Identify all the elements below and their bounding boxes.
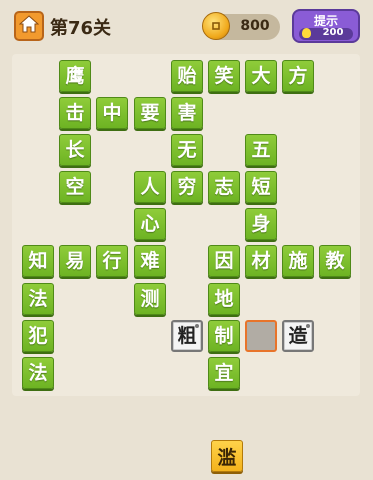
level-title: 第76关 xyxy=(50,18,112,39)
grid-cell[interactable]: 材 xyxy=(245,245,277,277)
grid-cell[interactable]: 行 xyxy=(96,245,128,277)
grid-cell[interactable]: 穷 xyxy=(171,171,203,203)
grid-cell[interactable]: 鹰 xyxy=(59,60,91,92)
placed-answer-cell[interactable]: 粗 xyxy=(171,320,203,352)
puzzle-board: 鹰 贻 笑 大 方 击 中 要 害 长 无 五 空 人 穷 志 短 心 身 知 … xyxy=(12,54,360,396)
hint-cost: 200 xyxy=(322,27,344,38)
grid-cell[interactable]: 长 xyxy=(59,134,91,166)
grid-cell[interactable]: 五 xyxy=(245,134,277,166)
grid-cell[interactable]: 害 xyxy=(171,97,203,129)
grid-cell[interactable]: 法 xyxy=(22,357,54,389)
grid-cell[interactable]: 法 xyxy=(22,283,54,315)
lightbulb-icon xyxy=(302,28,311,38)
grid-cell[interactable]: 短 xyxy=(245,171,277,203)
grid-cell[interactable]: 空 xyxy=(59,171,91,203)
grid-cell[interactable]: 犯 xyxy=(22,320,54,352)
coin-value: 800 xyxy=(240,18,270,34)
home-button[interactable] xyxy=(14,11,44,41)
grid-cell[interactable]: 贻 xyxy=(171,60,203,92)
grid-cell[interactable]: 要 xyxy=(134,97,166,129)
grid-cell[interactable]: 笑 xyxy=(208,60,240,92)
placed-answer-cell[interactable]: 造 xyxy=(282,320,314,352)
grid-cell[interactable]: 教 xyxy=(319,245,351,277)
grid-cell[interactable]: 无 xyxy=(171,134,203,166)
grid-cell[interactable]: 志 xyxy=(208,171,240,203)
grid-cell[interactable]: 施 xyxy=(282,245,314,277)
top-bar: 第76关 800 提示 200 xyxy=(0,0,373,44)
grid-cell[interactable]: 中 xyxy=(96,97,128,129)
grid-cell[interactable]: 知 xyxy=(22,245,54,277)
grid-cell[interactable]: 人 xyxy=(134,171,166,203)
dot-icon xyxy=(195,324,199,328)
home-icon xyxy=(18,15,40,37)
dot-icon xyxy=(306,324,310,328)
grid-cell[interactable]: 宜 xyxy=(208,357,240,389)
grid-cell[interactable]: 地 xyxy=(208,283,240,315)
coin-counter: 800 xyxy=(202,12,280,40)
grid-cell[interactable]: 身 xyxy=(245,208,277,240)
hint-cost-pill: 200 xyxy=(299,27,353,40)
cell-char: 造 xyxy=(288,324,308,347)
grid-cell[interactable]: 大 xyxy=(245,60,277,92)
coin-icon xyxy=(202,12,230,40)
grid-cell[interactable]: 因 xyxy=(208,245,240,277)
grid-cell[interactable]: 测 xyxy=(134,283,166,315)
grid-cell[interactable]: 易 xyxy=(59,245,91,277)
selected-empty-cell[interactable] xyxy=(245,320,277,352)
grid-cell[interactable]: 难 xyxy=(134,245,166,277)
cell-char: 粗 xyxy=(177,324,197,347)
hint-button[interactable]: 提示 200 xyxy=(292,9,360,43)
grid-cell[interactable]: 制 xyxy=(208,320,240,352)
answer-choice-tile[interactable]: 滥 xyxy=(211,440,243,472)
grid-cell[interactable]: 心 xyxy=(134,208,166,240)
grid-cell[interactable]: 击 xyxy=(59,97,91,129)
grid-cell[interactable]: 方 xyxy=(282,60,314,92)
